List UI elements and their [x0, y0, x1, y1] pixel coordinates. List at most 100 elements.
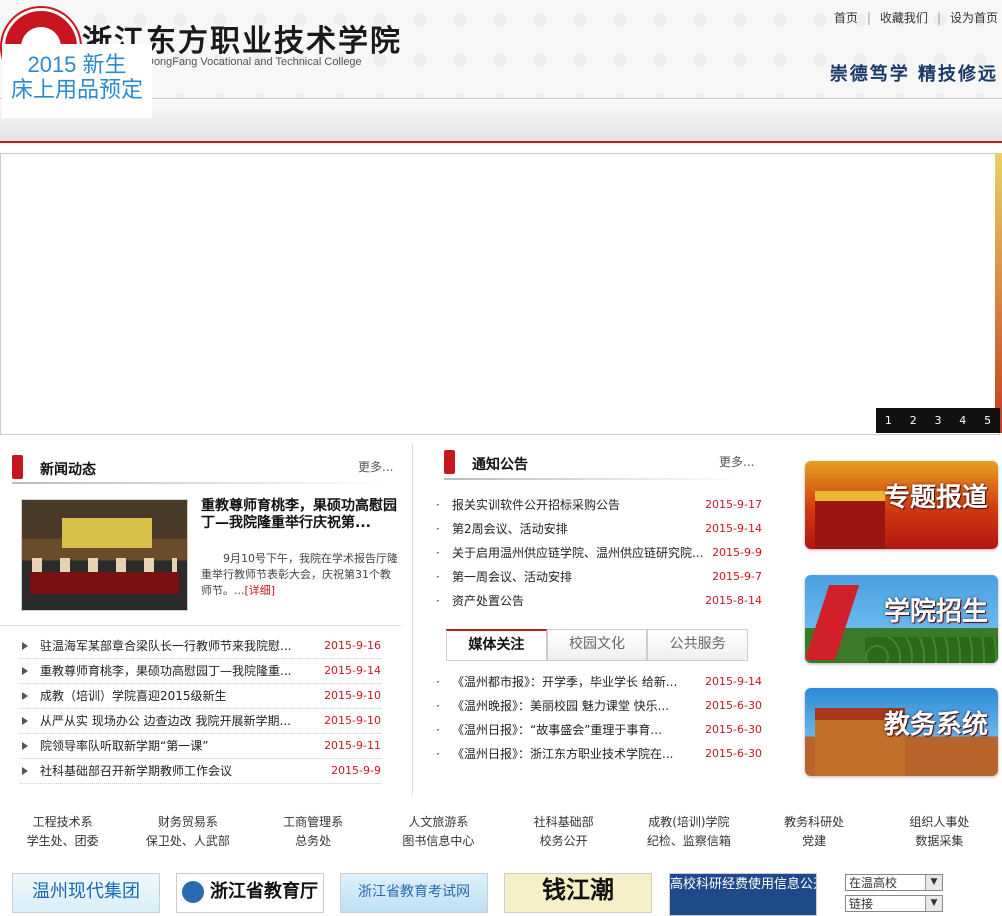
special-report-banner[interactable]: 专题报道 — [805, 461, 998, 549]
news-feature-desc: 9月10号下午，我院在学术报告厅隆重举行教师节表彰大会，庆祝第31个教师节。..… — [201, 551, 401, 599]
pager-item[interactable]: 4 — [950, 408, 975, 433]
dept-link[interactable]: 纪检、监察信箱 — [626, 832, 751, 849]
list-item[interactable]: 从严从实 现场办公 边查边改 我院开展新学期... 2015-9-10 — [20, 709, 381, 734]
banner-pager: 1 2 3 4 5 — [876, 408, 1000, 433]
item-date: 2015-6-30 — [705, 723, 762, 736]
banner-edge-image — [995, 153, 1002, 433]
dept-link[interactable]: 总务处 — [251, 832, 376, 849]
promo-line-2: 床上用品预定 — [10, 78, 143, 103]
photo-backdrop — [62, 518, 152, 548]
divider: | — [866, 11, 871, 25]
list-item[interactable]: 资产处置公告 2015-8-14 — [436, 589, 762, 613]
hero-banner[interactable] — [0, 153, 1000, 435]
news-feature-title[interactable]: 重教尊师育桃李，果硕功高慰园丁—我院隆重举行庆祝第... — [201, 498, 401, 532]
logo-text: 浙江省教育厅 — [210, 881, 318, 902]
dept-link[interactable]: 成教(培训)学院 — [626, 813, 751, 830]
home-link[interactable]: 首页 — [834, 11, 858, 25]
media-tabs: 媒体关注 校园文化 公共服务 — [446, 629, 749, 661]
research-funding-disclosure-logo[interactable]: 高校科研经费使用信息公开 — [669, 873, 817, 916]
zhejiang-education-dept-logo[interactable]: 浙江省教育厅 — [176, 873, 324, 913]
school-motto: 崇德笃学 精技修远 — [829, 64, 998, 85]
department-links-row-2: 学生处、团委 保卫处、人武部 总务处 图书信息中心 校务公开 纪检、监察信箱 党… — [0, 832, 1002, 849]
select-value: 链接 — [849, 897, 874, 911]
dept-link[interactable]: 学生处、团委 — [0, 832, 125, 849]
item-title: 成教（培训）学院喜迎2015级新生 — [40, 689, 227, 703]
list-item[interactable]: 驻温海军某部章合梁队长一行教师节来我院慰... 2015-9-16 — [20, 634, 381, 659]
list-item[interactable]: 《温州日报》：“故事盛会”重理于事育... 2015-6-30 — [436, 718, 762, 742]
set-homepage-link[interactable]: 设为首页 — [950, 11, 998, 25]
item-title: 资产处置公告 — [452, 594, 525, 608]
list-item[interactable]: 报关实训软件公开招标采购公告 2015-9-17 — [436, 493, 762, 517]
zhejiang-exam-site-logo[interactable]: 浙江省教育考试网 — [340, 873, 488, 913]
item-date: 2015-9-7 — [712, 570, 762, 583]
dept-link[interactable]: 财务贸易系 — [125, 813, 250, 830]
pager-item[interactable]: 5 — [975, 408, 1000, 433]
list-item[interactable]: 《温州都市报》：开学季，毕业学长 给新... 2015-9-14 — [436, 670, 762, 694]
admissions-banner[interactable]: 学院招生 — [805, 575, 998, 663]
dept-link[interactable]: 保卫处、人武部 — [125, 832, 250, 849]
item-date: 2015-9-9 — [331, 764, 381, 777]
notice-header: 通知公告 更多... — [444, 450, 764, 476]
item-date: 2015-9-9 — [712, 546, 762, 559]
list-item[interactable]: 第2周会议、活动安排 2015-9-14 — [436, 517, 762, 541]
notice-more-link[interactable]: 更多... — [719, 453, 754, 470]
dept-link[interactable]: 人文旅游系 — [376, 813, 501, 830]
list-item[interactable]: 院领导率队听取新学期“第一课” 2015-9-11 — [20, 734, 381, 759]
media-list: 《温州都市报》：开学季，毕业学长 给新... 2015-9-14 《温州晚报》：美… — [436, 670, 762, 766]
dept-link[interactable]: 图书信息中心 — [376, 832, 501, 849]
tiananmen-graphic — [815, 491, 885, 549]
qianjiangchao-logo[interactable]: 钱江潮 — [504, 873, 652, 913]
list-item[interactable]: 《温州晚报》：美丽校园 魅力课堂 快乐... 2015-6-30 — [436, 694, 762, 718]
tab-campus-culture[interactable]: 校园文化 — [546, 629, 648, 660]
item-title: 院领导率队听取新学期“第一课” — [40, 739, 209, 753]
list-item[interactable]: 成教（培训）学院喜迎2015级新生 2015-9-10 — [20, 684, 381, 709]
academic-system-banner[interactable]: 教务系统 — [805, 688, 998, 776]
item-title: 社科基础部召开新学期教师工作会议 — [40, 764, 233, 778]
dept-link[interactable]: 数据采集 — [877, 832, 1002, 849]
select-value: 在温高校 — [849, 876, 898, 890]
item-date: 2015-9-14 — [705, 522, 762, 535]
list-item[interactable]: 社科基础部召开新学期教师工作会议 2015-9-9 — [20, 759, 381, 784]
dept-link[interactable]: 工商管理系 — [251, 813, 376, 830]
top-links: 首页 | 收藏我们 | 设为首页 — [834, 9, 998, 26]
news-feature-photo[interactable] — [21, 499, 188, 611]
item-date: 2015-9-14 — [324, 664, 381, 677]
pager-item[interactable]: 2 — [901, 408, 926, 433]
dept-link[interactable]: 校务公开 — [501, 832, 626, 849]
tab-public-service[interactable]: 公共服务 — [647, 629, 749, 660]
divider: | — [936, 11, 941, 25]
item-date: 2015-9-10 — [324, 689, 381, 702]
banner-label: 学院招生 — [883, 597, 988, 627]
dept-link[interactable]: 教务科研处 — [752, 813, 877, 830]
item-date: 2015-9-10 — [324, 714, 381, 727]
school-name-en: DongFang Vocational and Technical Colleg… — [146, 56, 362, 68]
item-title: 从严从实 现场办公 边查边改 我院开展新学期... — [40, 714, 291, 728]
item-date: 2015-6-30 — [705, 699, 762, 712]
bedding-promo-ad[interactable]: 2015 新生 床上用品预定 — [2, 44, 152, 118]
tab-media[interactable]: 媒体关注 — [446, 629, 547, 660]
news-list: 驻温海军某部章合梁队长一行教师节来我院慰... 2015-9-16 重教尊师育桃李… — [20, 634, 381, 784]
dept-link[interactable]: 工程技术系 — [0, 813, 125, 830]
section-marker — [444, 450, 455, 474]
list-item[interactable]: 关于启用温州供应链学院、温州供应链研究院... 2015-9-9 — [436, 541, 762, 565]
pager-item[interactable]: 3 — [926, 408, 951, 433]
dept-link[interactable]: 组织人事处 — [877, 813, 1002, 830]
dept-link[interactable]: 社科基础部 — [501, 813, 626, 830]
item-title: 《温州都市报》：开学季，毕业学长 给新... — [452, 675, 678, 689]
news-more-link[interactable]: 更多... — [358, 458, 393, 475]
nav-accent-line — [0, 141, 1002, 143]
pager-item[interactable]: 1 — [876, 408, 901, 433]
list-item[interactable]: 重教尊师育桃李，果硕功高慰园丁—我院隆重... 2015-9-14 — [20, 659, 381, 684]
list-item[interactable]: 《温州日报》：浙江东方职业技术学院在... 2015-6-30 — [436, 742, 762, 766]
dept-link[interactable]: 党建 — [752, 832, 877, 849]
banner-label: 教务系统 — [883, 710, 988, 740]
wenzhou-modern-group-logo[interactable]: 温州现代集团 — [12, 873, 160, 913]
links-select[interactable]: 链接 ▼ — [845, 895, 943, 912]
favorite-link[interactable]: 收藏我们 — [880, 11, 928, 25]
item-title: 《温州日报》：“故事盛会”重理于事育... — [452, 723, 662, 737]
section-underline — [444, 478, 744, 480]
item-date: 2015-9-16 — [324, 639, 381, 652]
list-item[interactable]: 第一周会议、活动安排 2015-9-7 — [436, 565, 762, 589]
region-college-select[interactable]: 在温高校 ▼ — [845, 874, 943, 891]
feature-detail-link[interactable]: [详细] — [245, 584, 276, 597]
